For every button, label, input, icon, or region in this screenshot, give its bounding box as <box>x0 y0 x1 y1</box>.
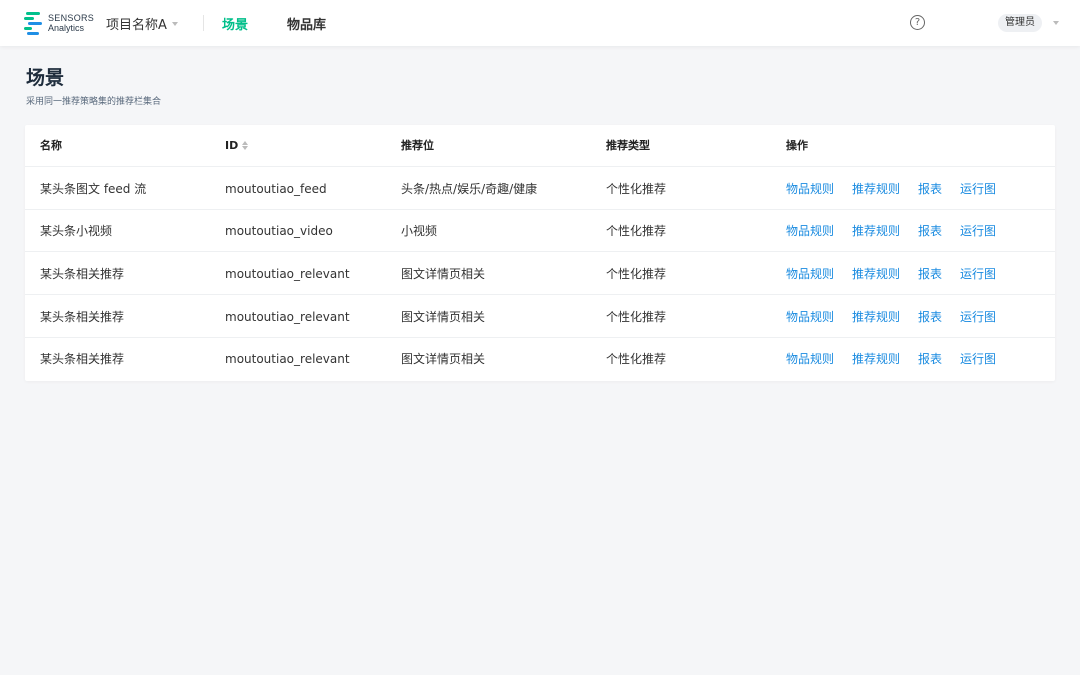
user-chevron-down-icon[interactable] <box>1053 21 1059 25</box>
nav-tab-scenes[interactable]: 场景 <box>222 14 248 33</box>
row-id: moutoutiao_relevant <box>225 352 350 366</box>
project-selector[interactable]: 项目名称A <box>106 14 178 33</box>
row-type: 个性化推荐 <box>606 352 667 366</box>
page-description: 采用同一推荐策略集的推荐栏集合 <box>26 97 162 107</box>
row-slot: 图文详情页相关 <box>401 310 486 324</box>
run-chart-link[interactable]: 运行图 <box>960 168 996 210</box>
sensors-analytics-logo[interactable]: SENSORS Analytics <box>24 11 94 35</box>
table-row: 某头条相关推荐 moutoutiao_relevant 图文详情页相关 个性化推… <box>25 253 1055 295</box>
item-rules-link[interactable]: 物品规则 <box>786 253 834 295</box>
scenes-table: 名称 ID 推荐位 推荐类型 操作 某头条图文 feed 流 moutoutia… <box>25 125 1055 381</box>
row-type: 个性化推荐 <box>606 267 667 281</box>
report-link[interactable]: 报表 <box>918 168 942 210</box>
row-type: 个性化推荐 <box>606 224 667 238</box>
user-menu[interactable]: 管理员 <box>998 14 1042 32</box>
row-type: 个性化推荐 <box>606 182 667 196</box>
logo-text: SENSORS Analytics <box>48 13 94 33</box>
page-title: 场景 <box>26 67 65 89</box>
recommend-rules-link[interactable]: 推荐规则 <box>852 168 900 210</box>
row-id: moutoutiao_feed <box>225 182 327 196</box>
column-header-slot: 推荐位 <box>401 139 434 152</box>
row-slot: 小视频 <box>401 224 438 238</box>
column-header-actions: 操作 <box>786 139 808 152</box>
column-header-type: 推荐类型 <box>606 139 650 152</box>
table-row: 某头条小视频 moutoutiao_video 小视频 个性化推荐 物品规则 推… <box>25 210 1055 252</box>
table-row: 某头条相关推荐 moutoutiao_relevant 图文详情页相关 个性化推… <box>25 296 1055 338</box>
logo-mark-icon <box>24 11 44 35</box>
project-name: 项目名称A <box>106 18 167 33</box>
run-chart-link[interactable]: 运行图 <box>960 253 996 295</box>
report-link[interactable]: 报表 <box>918 210 942 252</box>
top-navigation-bar: SENSORS Analytics 项目名称A 场景 物品库 ? 管理员 <box>0 0 1080 46</box>
row-id: moutoutiao_relevant <box>225 310 350 324</box>
nav-divider <box>203 15 204 31</box>
row-name: 某头条相关推荐 <box>40 352 125 366</box>
column-header-id[interactable]: ID <box>225 125 249 167</box>
run-chart-link[interactable]: 运行图 <box>960 296 996 338</box>
table-header-row: 名称 ID 推荐位 推荐类型 操作 <box>25 125 1055 167</box>
column-header-name: 名称 <box>40 139 62 152</box>
row-id: moutoutiao_video <box>225 224 333 238</box>
row-slot: 图文详情页相关 <box>401 352 486 366</box>
row-name: 某头条相关推荐 <box>40 267 125 281</box>
table-row: 某头条图文 feed 流 moutoutiao_feed 头条/热点/娱乐/奇趣… <box>25 168 1055 210</box>
report-link[interactable]: 报表 <box>918 338 942 380</box>
row-name: 某头条相关推荐 <box>40 310 125 324</box>
report-link[interactable]: 报表 <box>918 296 942 338</box>
column-header-id-label: ID <box>225 139 239 152</box>
run-chart-link[interactable]: 运行图 <box>960 338 996 380</box>
item-rules-link[interactable]: 物品规则 <box>786 168 834 210</box>
item-rules-link[interactable]: 物品规则 <box>786 210 834 252</box>
report-link[interactable]: 报表 <box>918 253 942 295</box>
table-row: 某头条相关推荐 moutoutiao_relevant 图文详情页相关 个性化推… <box>25 338 1055 380</box>
row-slot: 图文详情页相关 <box>401 267 486 281</box>
logo-line-1: SENSORS <box>48 13 95 23</box>
row-name: 某头条图文 feed 流 <box>40 182 147 196</box>
row-type: 个性化推荐 <box>606 310 667 324</box>
chevron-down-icon <box>171 21 178 26</box>
item-rules-link[interactable]: 物品规则 <box>786 296 834 338</box>
row-id: moutoutiao_relevant <box>225 267 350 281</box>
recommend-rules-link[interactable]: 推荐规则 <box>852 338 900 380</box>
logo-line-2: Analytics <box>48 23 85 33</box>
row-name: 某头条小视频 <box>40 224 113 238</box>
recommend-rules-link[interactable]: 推荐规则 <box>852 210 900 252</box>
item-rules-link[interactable]: 物品规则 <box>786 338 834 380</box>
recommend-rules-link[interactable]: 推荐规则 <box>852 296 900 338</box>
row-slot: 头条/热点/娱乐/奇趣/健康 <box>401 182 538 196</box>
help-icon[interactable]: ? <box>910 15 925 30</box>
nav-tab-item-library[interactable]: 物品库 <box>287 14 326 33</box>
recommend-rules-link[interactable]: 推荐规则 <box>852 253 900 295</box>
sort-icon[interactable] <box>242 141 249 151</box>
run-chart-link[interactable]: 运行图 <box>960 210 996 252</box>
